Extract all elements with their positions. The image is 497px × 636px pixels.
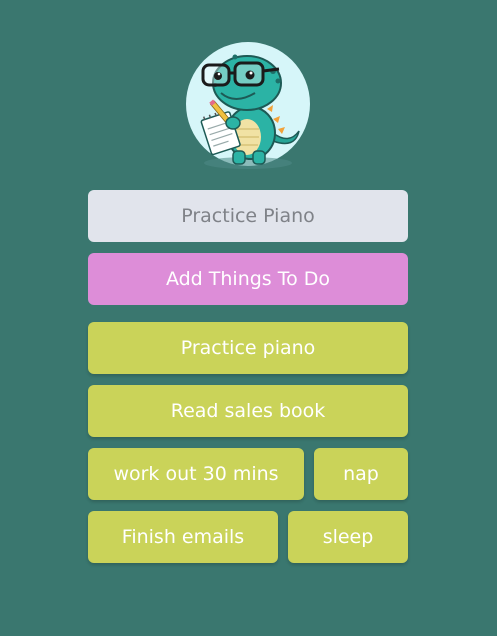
- task-finish-emails[interactable]: Finish emails: [88, 511, 278, 563]
- task-nap[interactable]: nap: [314, 448, 408, 500]
- dinosaur-mascot-icon: [185, 41, 311, 171]
- task-practice-piano[interactable]: Practice piano: [88, 322, 408, 374]
- add-things-to-do-button[interactable]: Add Things To Do: [88, 253, 408, 305]
- task-read-sales-book[interactable]: Read sales book: [88, 385, 408, 437]
- task-sleep[interactable]: sleep: [288, 511, 408, 563]
- task-work-out-30-mins[interactable]: work out 30 mins: [88, 448, 304, 500]
- todo-input[interactable]: [88, 190, 408, 242]
